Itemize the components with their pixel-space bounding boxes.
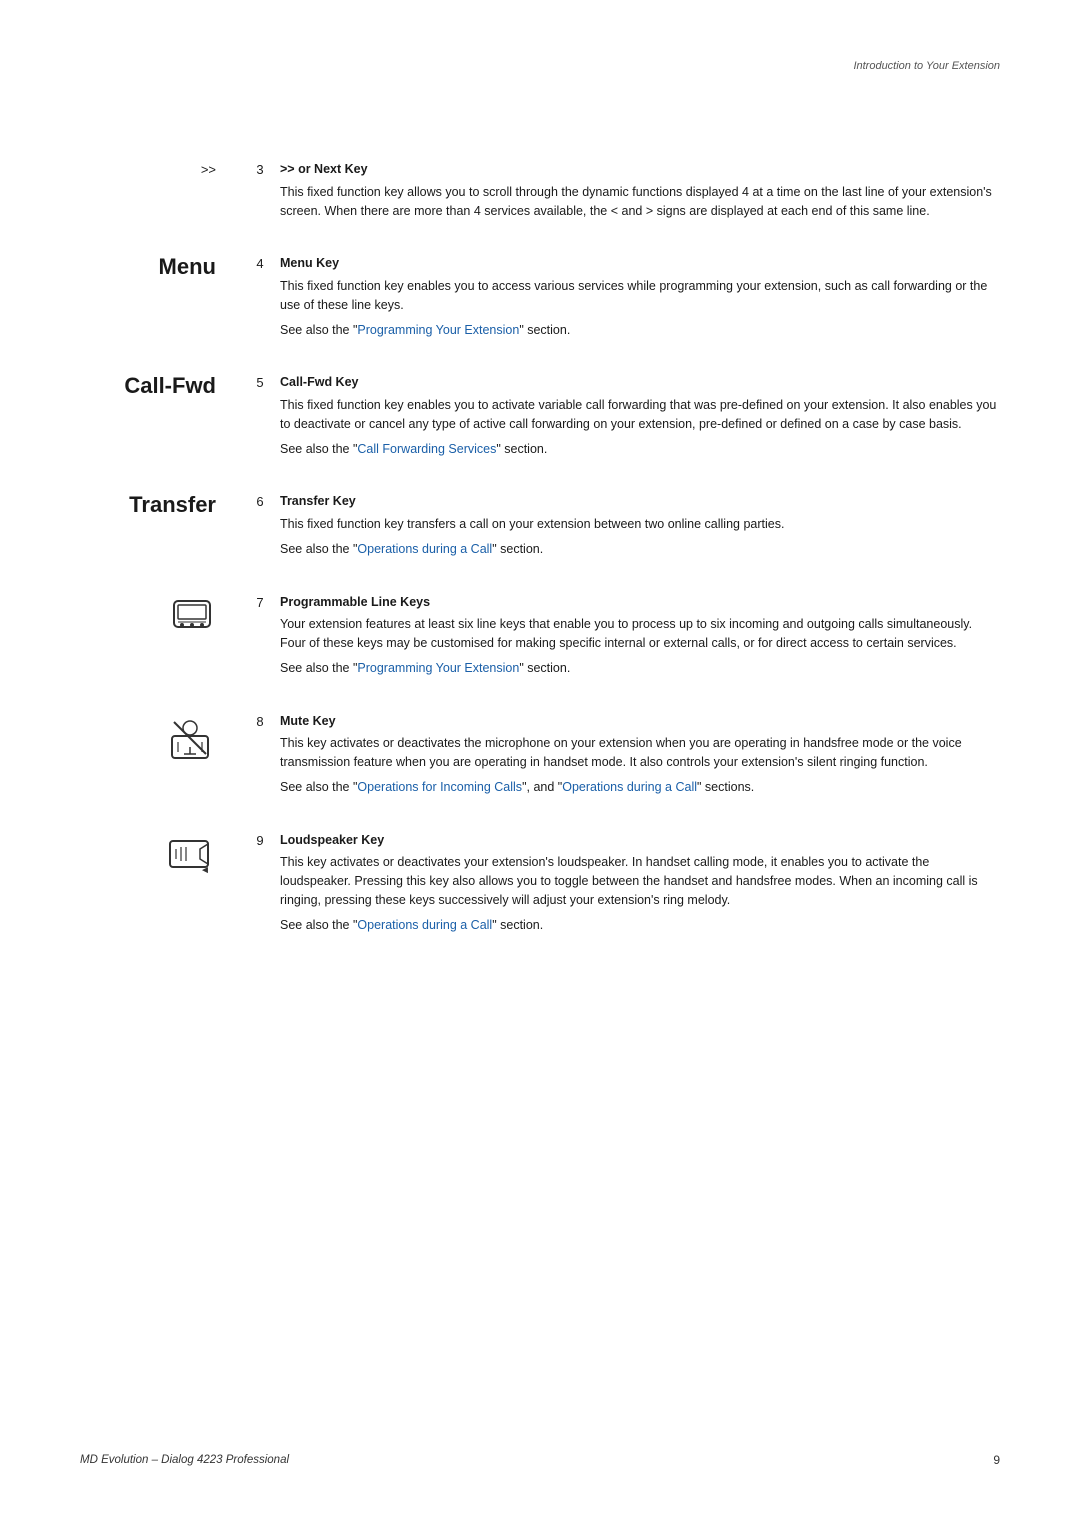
mute-title: Mute Key (280, 712, 1000, 731)
call-fwd-see-also: See also the "Call Forwarding Services" … (280, 440, 1000, 459)
call-fwd-body: Call-Fwd Key This fixed function key ena… (280, 373, 1000, 464)
link-operations-call-1[interactable]: Operations during a Call (357, 542, 492, 556)
mute-icon-area (80, 712, 240, 766)
mute-see-also: See also the "Operations for Incoming Ca… (280, 778, 1000, 797)
loudspeaker-desc: This key activates or deactivates your e… (280, 853, 1000, 909)
entry-programmable: 7 Programmable Line Keys Your extension … (80, 593, 1000, 684)
call-fwd-title: Call-Fwd Key (280, 373, 1000, 392)
programmable-icon-area (80, 593, 240, 633)
link-call-forwarding[interactable]: Call Forwarding Services (357, 442, 496, 456)
content-area: >> 3 >> or Next Key This fixed function … (80, 160, 1000, 940)
call-fwd-label: Call-Fwd (80, 373, 240, 399)
mute-icon (164, 714, 216, 766)
programmable-body: Programmable Line Keys Your extension fe… (280, 593, 1000, 684)
entry-number-6: 6 (240, 492, 280, 509)
entry-number-7: 7 (240, 593, 280, 610)
entry-next-key: >> 3 >> or Next Key This fixed function … (80, 160, 1000, 226)
loudspeaker-body: Loudspeaker Key This key activates or de… (280, 831, 1000, 941)
entry-loudspeaker: ◄ 9 Loudspeaker Key This key activates o… (80, 831, 1000, 941)
svg-text:◄: ◄ (200, 865, 210, 876)
link-operations-incoming[interactable]: Operations for Incoming Calls (357, 780, 522, 794)
transfer-title: Transfer Key (280, 492, 1000, 511)
next-key-body: >> or Next Key This fixed function key a… (280, 160, 1000, 226)
entry-number-5: 5 (240, 373, 280, 390)
call-fwd-desc: This fixed function key enables you to a… (280, 396, 1000, 434)
loudspeaker-icon: ◄ (164, 833, 216, 877)
next-key-desc: This fixed function key allows you to sc… (280, 183, 1000, 221)
menu-key-label: Menu (80, 254, 240, 280)
next-key-label: >> (80, 160, 240, 177)
menu-key-title: Menu Key (280, 254, 1000, 273)
link-operations-call-2[interactable]: Operations during a Call (562, 780, 697, 794)
header-note: Introduction to Your Extension (853, 60, 1000, 72)
link-programming-ext-2[interactable]: Programming Your Extension (357, 661, 519, 675)
link-programming-ext-1[interactable]: Programming Your Extension (357, 323, 519, 337)
mute-body: Mute Key This key activates or deactivat… (280, 712, 1000, 803)
footer-title: MD Evolution – Dialog 4223 Professional (80, 1454, 289, 1466)
loudspeaker-title: Loudspeaker Key (280, 831, 1000, 850)
entry-number-8: 8 (240, 712, 280, 729)
transfer-label: Transfer (80, 492, 240, 518)
programmable-title: Programmable Line Keys (280, 593, 1000, 612)
page: Introduction to Your Extension >> 3 >> o… (0, 0, 1080, 1527)
menu-key-see-also: See also the "Programming Your Extension… (280, 321, 1000, 340)
programmable-icon (168, 595, 216, 633)
entry-number-9: 9 (240, 831, 280, 848)
next-key-symbol: >> (201, 162, 216, 177)
link-operations-call-3[interactable]: Operations during a Call (357, 918, 492, 932)
entry-number-4: 4 (240, 254, 280, 271)
entry-number-3: 3 (240, 160, 280, 177)
entry-call-fwd: Call-Fwd 5 Call-Fwd Key This fixed funct… (80, 373, 1000, 464)
programmable-see-also: See also the "Programming Your Extension… (280, 659, 1000, 678)
loudspeaker-see-also: See also the "Operations during a Call" … (280, 916, 1000, 935)
transfer-desc: This fixed function key transfers a call… (280, 515, 1000, 534)
footer-page-number: 9 (993, 1453, 1000, 1467)
programmable-desc: Your extension features at least six lin… (280, 615, 1000, 653)
page-footer: MD Evolution – Dialog 4223 Professional … (0, 1453, 1080, 1467)
transfer-body: Transfer Key This fixed function key tra… (280, 492, 1000, 564)
entry-mute: 8 Mute Key This key activates or deactiv… (80, 712, 1000, 803)
transfer-see-also: See also the "Operations during a Call" … (280, 540, 1000, 559)
loudspeaker-icon-area: ◄ (80, 831, 240, 877)
next-key-title: >> or Next Key (280, 160, 1000, 179)
menu-key-desc: This fixed function key enables you to a… (280, 277, 1000, 315)
entry-transfer: Transfer 6 Transfer Key This fixed funct… (80, 492, 1000, 564)
mute-desc: This key activates or deactivates the mi… (280, 734, 1000, 772)
entry-menu-key: Menu 4 Menu Key This fixed function key … (80, 254, 1000, 345)
menu-key-body: Menu Key This fixed function key enables… (280, 254, 1000, 345)
